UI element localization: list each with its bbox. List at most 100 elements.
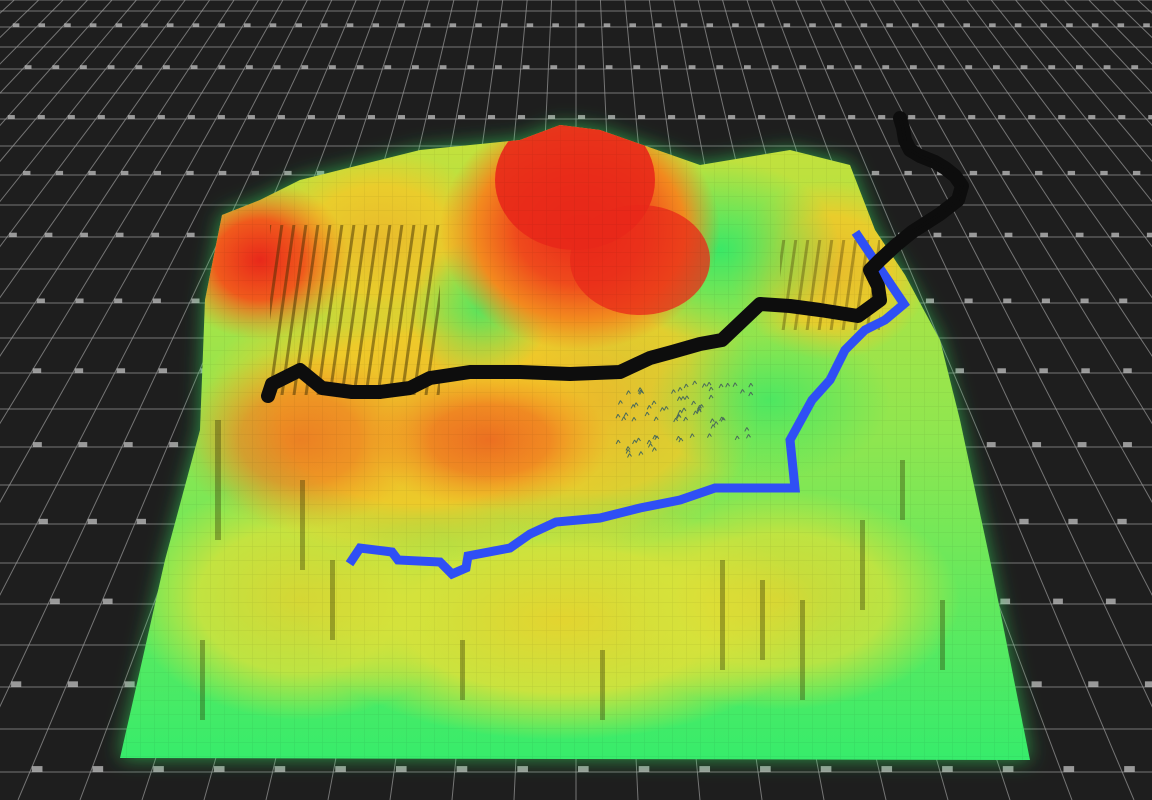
grid-marker <box>269 23 277 27</box>
grid-marker <box>1131 65 1139 69</box>
grid-marker <box>166 23 174 27</box>
grid-marker <box>1091 23 1099 27</box>
grid-marker <box>217 115 225 119</box>
grid-marker <box>969 170 978 175</box>
grid-marker <box>50 598 60 604</box>
grid-marker <box>218 170 227 175</box>
grid-marker <box>608 115 616 119</box>
grid-marker <box>67 681 78 687</box>
grid-marker <box>743 65 751 69</box>
grid-marker <box>64 23 71 27</box>
grid-marker <box>78 442 88 447</box>
grid-marker <box>329 65 336 69</box>
grid-marker <box>629 23 636 27</box>
grid-marker <box>688 65 696 69</box>
grid-marker <box>871 170 880 175</box>
grid-marker <box>251 170 259 175</box>
grid-marker <box>1143 23 1150 27</box>
grid-marker <box>517 115 526 119</box>
map-viewport[interactable] <box>0 0 1152 800</box>
grid-marker <box>87 518 97 524</box>
grid-marker <box>449 23 457 27</box>
grid-marker <box>274 766 286 772</box>
grid-marker <box>192 23 200 27</box>
grid-marker <box>1014 23 1022 27</box>
grid-marker <box>788 115 796 119</box>
grid-marker <box>517 766 528 772</box>
grid-marker <box>1002 766 1014 772</box>
grid-marker <box>605 65 613 69</box>
grid-marker <box>848 115 856 119</box>
grid-marker <box>1075 232 1084 237</box>
grid-marker <box>925 298 934 303</box>
grid-marker <box>277 115 285 119</box>
grid-marker <box>1063 766 1075 772</box>
grid-marker <box>116 368 126 373</box>
grid-marker <box>820 766 832 772</box>
grid-marker <box>758 115 766 119</box>
grid-marker <box>638 115 646 119</box>
grid-marker <box>550 65 558 69</box>
grid-marker <box>397 115 406 119</box>
grid-marker <box>937 65 945 69</box>
grid-marker <box>36 298 45 303</box>
grid-marker <box>186 232 195 237</box>
grid-marker <box>55 170 64 175</box>
grid-marker <box>1144 681 1152 687</box>
grid-marker <box>965 65 973 69</box>
grid-marker <box>187 115 195 119</box>
grid-marker <box>337 115 345 119</box>
grid-marker <box>218 23 225 27</box>
grid-marker <box>878 115 886 119</box>
grid-marker <box>495 65 502 69</box>
grid-marker <box>552 23 559 27</box>
grid-marker <box>37 115 45 119</box>
grid-marker <box>301 65 309 69</box>
grid-marker <box>1035 170 1043 175</box>
grid-marker <box>698 115 706 119</box>
grid-marker <box>1000 598 1011 604</box>
grid-marker <box>135 65 143 69</box>
grid-marker <box>1040 232 1048 237</box>
grid-marker <box>937 23 945 27</box>
grid-marker <box>32 442 42 447</box>
grid-marker <box>246 65 253 69</box>
grid-marker <box>933 232 942 237</box>
grid-marker <box>11 681 22 687</box>
grid-marker <box>818 115 826 119</box>
grid-marker <box>1081 368 1090 373</box>
grid-marker <box>44 232 53 237</box>
grid-marker <box>760 766 771 772</box>
grid-marker <box>904 170 912 175</box>
grid-marker <box>799 65 807 69</box>
grid-marker <box>169 442 179 447</box>
grid-marker <box>668 115 676 119</box>
grid-marker <box>127 115 135 119</box>
grid-marker <box>1053 598 1063 604</box>
grid-marker <box>153 170 162 175</box>
grid-marker <box>969 232 977 237</box>
grid-marker <box>1123 368 1132 373</box>
grid-marker <box>191 298 200 303</box>
grid-marker <box>998 115 1006 119</box>
grid-marker <box>1048 65 1056 69</box>
grid-marker <box>728 115 736 119</box>
grid-marker <box>1039 368 1048 373</box>
grid-marker <box>1003 298 1012 303</box>
grid-marker <box>395 766 407 772</box>
grid-marker <box>163 65 170 69</box>
grid-marker <box>757 23 765 27</box>
grid-marker <box>158 368 168 373</box>
grid-marker <box>909 65 917 69</box>
grid-marker <box>9 232 17 237</box>
grid-marker <box>989 23 996 27</box>
grid-marker <box>963 23 970 27</box>
grid-marker <box>80 65 87 69</box>
grid-marker <box>1058 115 1066 119</box>
grid-marker <box>1088 115 1096 119</box>
grid-marker <box>107 65 115 69</box>
grid-marker <box>115 232 124 237</box>
grid-marker <box>964 298 973 303</box>
grid-marker <box>603 23 611 27</box>
grid-marker <box>908 115 916 119</box>
